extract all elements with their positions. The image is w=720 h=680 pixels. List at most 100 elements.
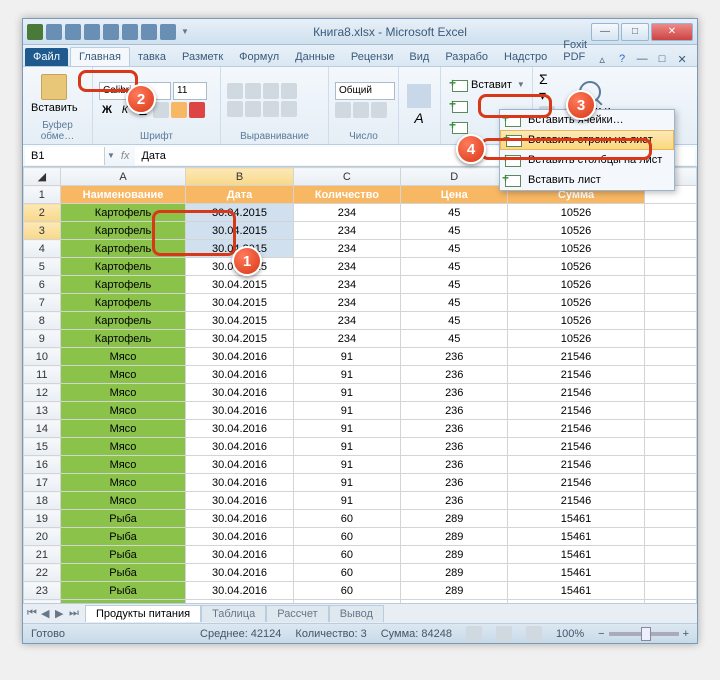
cell[interactable]: 30.04.2016 <box>186 438 293 456</box>
menu-insert-rows[interactable]: Вставить строки на лист <box>500 130 674 150</box>
minimize-ribbon-icon[interactable]: ▵ <box>595 52 609 66</box>
font-color-icon[interactable] <box>189 102 205 118</box>
cell[interactable]: 236 <box>401 402 508 420</box>
cell[interactable] <box>644 258 696 276</box>
cell[interactable] <box>644 240 696 258</box>
cell[interactable]: 10526 <box>508 240 644 258</box>
sheet-tab-active[interactable]: Продукты питания <box>85 605 201 622</box>
cell[interactable]: 30.04.2015 <box>186 276 293 294</box>
cell[interactable]: 45 <box>401 204 508 222</box>
cell[interactable]: 60 <box>293 510 400 528</box>
cell[interactable]: 10526 <box>508 330 644 348</box>
fx-icon[interactable]: fx <box>115 150 136 162</box>
cell[interactable]: 91 <box>293 456 400 474</box>
cell[interactable] <box>644 312 696 330</box>
cell[interactable]: 30.04.2016 <box>186 384 293 402</box>
cell[interactable]: Рыба <box>60 546 186 564</box>
tab-addins[interactable]: Надстро <box>496 48 555 66</box>
cell[interactable]: 60 <box>293 528 400 546</box>
cell[interactable]: 30.04.2015 <box>186 222 293 240</box>
merge-icon[interactable] <box>281 101 297 117</box>
cell[interactable]: 10526 <box>508 312 644 330</box>
cell[interactable]: 21546 <box>508 474 644 492</box>
cell[interactable] <box>644 438 696 456</box>
row-header[interactable]: 2 <box>24 204 61 222</box>
tab-data[interactable]: Данные <box>287 48 343 66</box>
cell[interactable] <box>644 366 696 384</box>
cell[interactable]: Картофель <box>60 240 186 258</box>
cell[interactable]: Рыба <box>60 564 186 582</box>
autosum-icon[interactable]: Σ ▾ <box>539 71 558 104</box>
cell[interactable]: 45 <box>401 294 508 312</box>
cell[interactable]: 289 <box>401 582 508 600</box>
percent-icon[interactable] <box>353 102 369 118</box>
col-header[interactable]: D <box>401 168 508 186</box>
cell[interactable]: 234 <box>293 330 400 348</box>
cell[interactable]: 289 <box>401 510 508 528</box>
close-button[interactable]: ✕ <box>651 23 693 41</box>
cell[interactable]: 45 <box>401 312 508 330</box>
cell[interactable]: 10526 <box>508 204 644 222</box>
cell[interactable]: Мясо <box>60 420 186 438</box>
wrap-icon[interactable] <box>281 83 297 99</box>
cell[interactable]: 236 <box>401 474 508 492</box>
cell[interactable]: 30.04.2016 <box>186 456 293 474</box>
cell[interactable]: 30.04.2016 <box>186 402 293 420</box>
qat-icon[interactable] <box>122 24 138 40</box>
cell[interactable]: 15461 <box>508 546 644 564</box>
cell[interactable]: Мясо <box>60 384 186 402</box>
cell[interactable]: Рыба <box>60 582 186 600</box>
cell[interactable] <box>644 276 696 294</box>
cell[interactable]: Мясо <box>60 492 186 510</box>
row-header[interactable]: 20 <box>24 528 61 546</box>
qat-icon[interactable] <box>141 24 157 40</box>
cell[interactable]: 30.04.2016 <box>186 528 293 546</box>
cell[interactable]: 91 <box>293 348 400 366</box>
sheet-tab[interactable]: Рассчет <box>266 605 329 622</box>
table-header-cell[interactable]: Цена <box>401 186 508 204</box>
cell[interactable]: 91 <box>293 384 400 402</box>
row-header[interactable]: 6 <box>24 276 61 294</box>
cell[interactable]: 234 <box>293 258 400 276</box>
cell[interactable]: Картофель <box>60 330 186 348</box>
row-header[interactable]: 21 <box>24 546 61 564</box>
sheet-tab[interactable]: Таблица <box>201 605 266 622</box>
row-header[interactable]: 23 <box>24 582 61 600</box>
cell[interactable]: 91 <box>293 474 400 492</box>
cell[interactable]: 30.04.2016 <box>186 348 293 366</box>
cell[interactable]: 30.04.2015 <box>186 204 293 222</box>
cell[interactable]: 30.04.2016 <box>186 366 293 384</box>
tab-foxit[interactable]: Foxit PDF <box>555 36 595 66</box>
row-header[interactable]: 3 <box>24 222 61 240</box>
cell[interactable] <box>644 582 696 600</box>
cell[interactable] <box>644 330 696 348</box>
table-header-cell[interactable]: Дата <box>186 186 293 204</box>
row-header[interactable]: 5 <box>24 258 61 276</box>
align-bot-icon[interactable] <box>263 83 279 99</box>
paste-button[interactable]: Вставить <box>29 72 80 116</box>
cell[interactable]: 15461 <box>508 600 644 604</box>
qat-icon[interactable] <box>160 24 176 40</box>
cell[interactable]: Мясо <box>60 474 186 492</box>
insert-cells-button[interactable]: Вставит▼ <box>447 75 530 95</box>
cell[interactable]: 30.04.2016 <box>186 474 293 492</box>
row-header[interactable]: 16 <box>24 456 61 474</box>
cell[interactable]: Мясо <box>60 366 186 384</box>
cell[interactable] <box>644 384 696 402</box>
cell[interactable] <box>644 510 696 528</box>
cell[interactable]: Рыба <box>60 600 186 604</box>
cell[interactable]: 30.04.2016 <box>186 546 293 564</box>
row-header[interactable]: 22 <box>24 564 61 582</box>
cell[interactable]: Картофель <box>60 204 186 222</box>
row-header[interactable]: 12 <box>24 384 61 402</box>
cell[interactable]: Картофель <box>60 276 186 294</box>
cell[interactable]: 236 <box>401 384 508 402</box>
minimize-button[interactable]: — <box>591 23 619 41</box>
cell[interactable]: Картофель <box>60 294 186 312</box>
align-top-icon[interactable] <box>227 83 243 99</box>
col-header[interactable]: B <box>186 168 293 186</box>
cell[interactable]: 30.04.2015 <box>186 312 293 330</box>
cell[interactable] <box>644 204 696 222</box>
cell[interactable]: 30.04.2016 <box>186 582 293 600</box>
cell[interactable]: 91 <box>293 366 400 384</box>
